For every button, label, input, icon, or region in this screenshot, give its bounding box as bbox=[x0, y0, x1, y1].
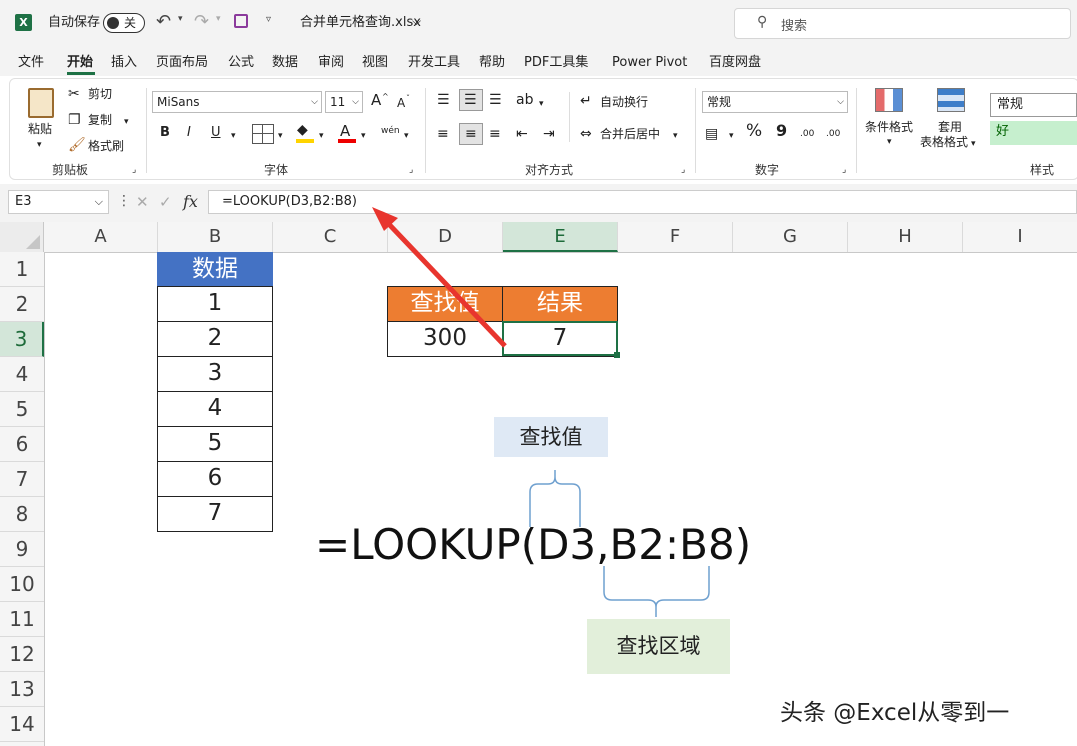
brace-lookup-range bbox=[603, 566, 710, 617]
watermark-text: 头条 @Excel从零到一 bbox=[780, 700, 1010, 726]
brace-lookup-value bbox=[529, 470, 581, 527]
annotation-overlay bbox=[372, 207, 710, 617]
pointer-arrow-shaft bbox=[382, 217, 507, 348]
